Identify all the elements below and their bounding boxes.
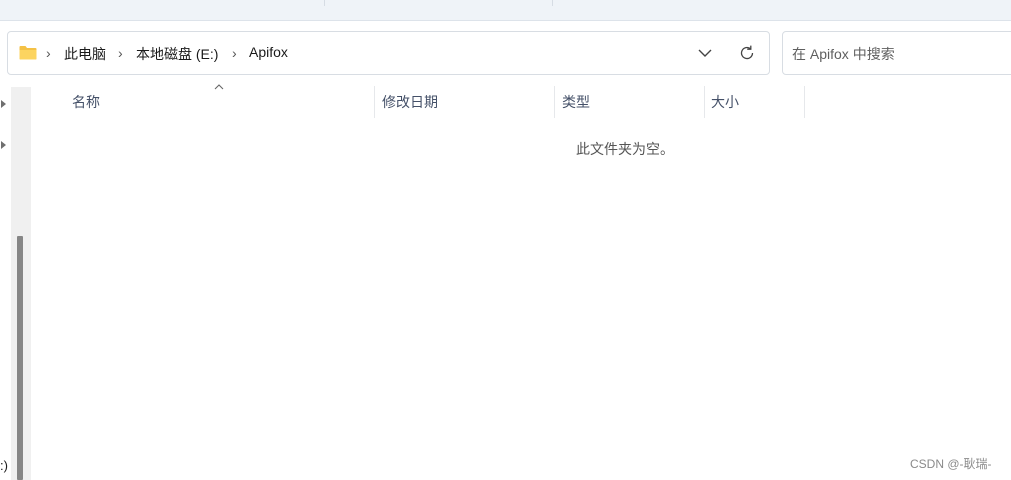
column-header-size[interactable]: 大小 <box>711 92 739 112</box>
tab-separator <box>552 0 553 6</box>
file-explorer-window: › 此电脑 › 本地磁盘 (E:) › Apifox :) 名称 修改日期 类型… <box>0 0 1011 480</box>
column-header-name[interactable]: 名称 <box>72 92 100 112</box>
breadcrumb-this-pc[interactable]: 此电脑 <box>64 44 106 64</box>
chevron-right-icon[interactable]: › <box>46 45 51 61</box>
expand-arrow-icon[interactable] <box>0 140 8 150</box>
breadcrumb-apifox[interactable]: Apifox <box>249 44 288 60</box>
column-header-modified[interactable]: 修改日期 <box>382 92 438 112</box>
search-box[interactable] <box>782 31 1011 75</box>
chevron-down-icon[interactable] <box>695 43 715 63</box>
breadcrumb-local-disk[interactable]: 本地磁盘 (E:) <box>136 44 218 64</box>
column-divider[interactable] <box>374 86 375 118</box>
search-input[interactable] <box>792 43 1002 65</box>
chevron-right-icon[interactable]: › <box>232 45 237 61</box>
column-divider[interactable] <box>704 86 705 118</box>
tab-separator <box>324 0 325 6</box>
watermark: CSDN @-耿瑞- <box>910 457 992 471</box>
column-divider[interactable] <box>804 86 805 118</box>
refresh-icon[interactable] <box>737 43 757 63</box>
column-divider[interactable] <box>554 86 555 118</box>
tab-strip <box>0 0 1011 21</box>
column-header-type[interactable]: 类型 <box>562 92 590 112</box>
expand-arrow-icon[interactable] <box>0 99 8 109</box>
chevron-right-icon[interactable]: › <box>118 45 123 61</box>
sort-ascending-icon <box>214 84 224 90</box>
scrollbar-thumb[interactable] <box>17 236 23 480</box>
folder-icon <box>19 46 37 60</box>
address-bar[interactable]: › 此电脑 › 本地磁盘 (E:) › Apifox <box>7 31 770 75</box>
empty-folder-message: 此文件夹为空。 <box>576 141 674 157</box>
nav-item-label[interactable]: :) <box>0 458 8 473</box>
